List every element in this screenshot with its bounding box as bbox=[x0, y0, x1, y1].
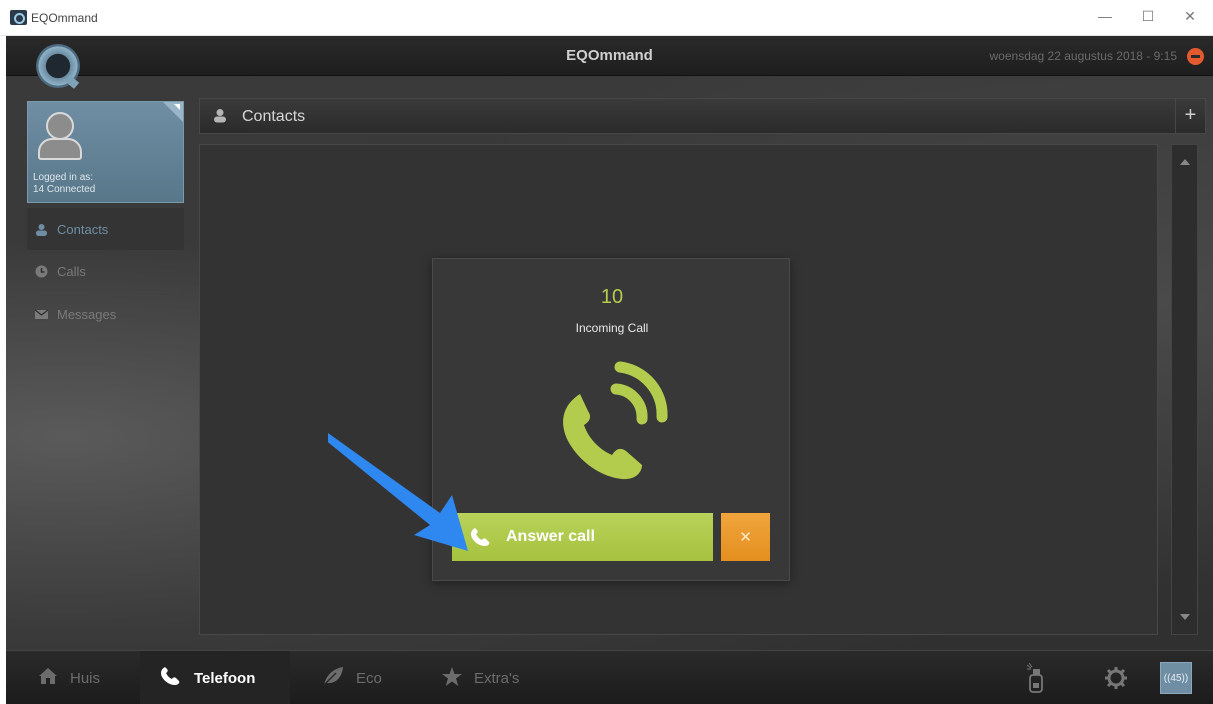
person-icon bbox=[213, 108, 227, 128]
user-label: Logged in as: 14 Connected bbox=[33, 172, 95, 196]
sidebar-item-contacts[interactable]: Contacts bbox=[27, 208, 184, 250]
cleaning-button[interactable] bbox=[1006, 651, 1066, 704]
maximize-button[interactable]: ☐ bbox=[1133, 8, 1163, 25]
close-window-button[interactable]: ✕ bbox=[1175, 8, 1205, 25]
window-title: EQOmmand bbox=[31, 11, 98, 25]
sidebar-item-calls[interactable]: Calls bbox=[27, 250, 184, 292]
clock-icon bbox=[35, 265, 48, 278]
tab-extras[interactable]: Extra's bbox=[410, 651, 560, 704]
ringing-phone-icon bbox=[563, 361, 668, 480]
leaf-icon bbox=[322, 666, 344, 690]
gear-icon bbox=[1105, 667, 1127, 689]
scroll-down-icon[interactable] bbox=[1180, 614, 1190, 620]
add-contact-button[interactable]: + bbox=[1175, 99, 1205, 133]
tab-label: Huis bbox=[70, 669, 101, 687]
arrow-pointer-icon bbox=[328, 433, 468, 551]
card-corner-icon[interactable] bbox=[163, 102, 183, 122]
sidebar-nav: Contacts Calls Messages bbox=[27, 208, 184, 335]
power-icon[interactable] bbox=[1187, 48, 1204, 65]
notification-badge: ((45)) bbox=[1160, 662, 1192, 694]
incoming-call-dialog: 10 Incoming Call Answer call ✕ bbox=[432, 258, 790, 581]
app-window: EQOmmand woensdag 22 augustus 2018 - 9:1… bbox=[6, 36, 1213, 704]
answer-call-button[interactable]: Answer call bbox=[452, 513, 713, 561]
tab-huis[interactable]: Huis bbox=[6, 651, 140, 704]
tab-label: Extra's bbox=[474, 669, 520, 687]
bottom-tab-bar: Huis Telefoon Eco Extra's ((45)) bbox=[6, 650, 1213, 704]
window-titlebar: EQOmmand — ☐ ✕ bbox=[0, 0, 1213, 36]
app-logo-icon bbox=[10, 10, 27, 25]
avatar-icon bbox=[38, 112, 82, 160]
logged-in-label: Logged in as: bbox=[33, 172, 94, 183]
connected-label: 14 Connected bbox=[33, 184, 96, 195]
tab-label: Eco bbox=[356, 669, 382, 687]
decline-call-button[interactable]: ✕ bbox=[721, 513, 770, 561]
house-icon bbox=[38, 667, 58, 689]
minimize-button[interactable]: — bbox=[1090, 8, 1120, 24]
user-card[interactable]: Logged in as: 14 Connected bbox=[27, 101, 184, 203]
top-bar: EQOmmand woensdag 22 augustus 2018 - 9:1… bbox=[6, 36, 1213, 76]
sidebar-item-label: Messages bbox=[57, 306, 117, 322]
envelope-icon bbox=[34, 308, 49, 321]
tab-label: Telefoon bbox=[194, 669, 256, 687]
star-icon bbox=[442, 666, 462, 690]
content-header: Contacts + bbox=[199, 98, 1206, 134]
notifications-button[interactable]: ((45)) bbox=[1156, 651, 1196, 704]
scroll-up-icon[interactable] bbox=[1180, 159, 1190, 165]
call-status: Incoming Call bbox=[575, 321, 649, 335]
tab-eco[interactable]: Eco bbox=[290, 651, 410, 704]
answer-call-label: Answer call bbox=[506, 528, 595, 545]
person-icon bbox=[35, 223, 48, 236]
scrollbar[interactable] bbox=[1171, 144, 1198, 635]
call-count: 10 bbox=[600, 286, 624, 308]
sidebar-item-messages[interactable]: Messages bbox=[27, 293, 184, 335]
phone-icon bbox=[160, 666, 182, 690]
sidebar-item-label: Contacts bbox=[57, 221, 109, 237]
date-time: woensdag 22 augustus 2018 - 9:15 bbox=[989, 49, 1177, 63]
brand-logo-icon[interactable] bbox=[36, 44, 80, 88]
tab-telefoon[interactable]: Telefoon bbox=[140, 651, 290, 704]
page-title: Contacts bbox=[242, 108, 306, 125]
spray-bottle-icon bbox=[1026, 663, 1043, 693]
sidebar-item-label: Calls bbox=[57, 263, 86, 279]
settings-button[interactable] bbox=[1096, 651, 1136, 704]
